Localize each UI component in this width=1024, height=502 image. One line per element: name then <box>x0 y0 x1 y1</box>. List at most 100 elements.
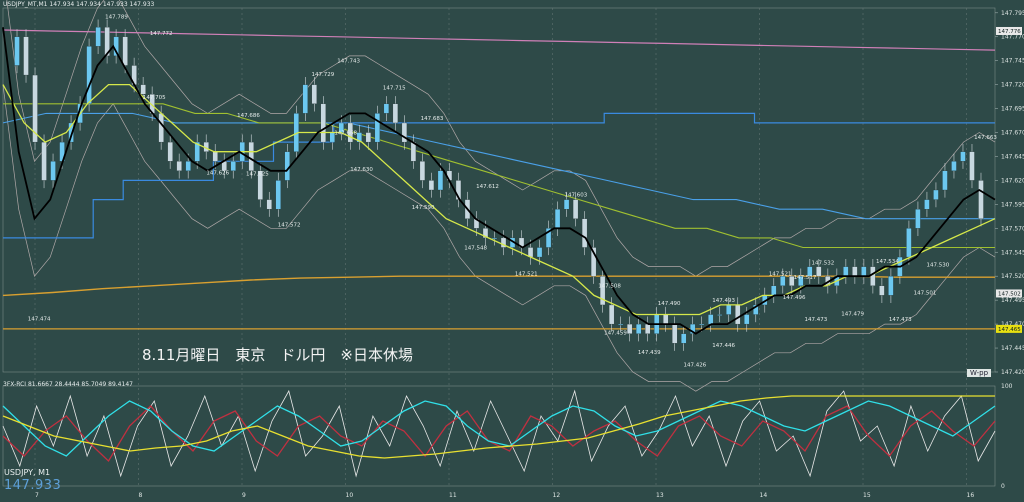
candle <box>744 314 750 325</box>
candle <box>392 103 399 124</box>
candle <box>780 276 786 286</box>
price-tag-label: 147.465 <box>998 327 1021 333</box>
last-price: 147.933 <box>4 478 62 493</box>
candle <box>681 333 687 344</box>
price-annotation: 147.625 <box>246 172 269 178</box>
candle <box>951 161 957 171</box>
candle <box>176 161 182 171</box>
candle <box>266 199 272 210</box>
candle <box>374 113 381 143</box>
price-annotation: 147.508 <box>598 284 621 290</box>
candle <box>626 323 633 334</box>
candle <box>122 36 128 66</box>
candle <box>86 46 92 104</box>
candle <box>942 170 948 191</box>
candle <box>158 113 164 143</box>
y-tick-label: 147.795 <box>1001 10 1024 17</box>
price-annotation: 147.501 <box>914 290 937 296</box>
indicator-header: 3FX-RCI 81.6667 28.4444 85.7049 89.4147 <box>3 381 133 388</box>
price-annotation: 147.479 <box>841 311 864 317</box>
y-tick-label: 147.520 <box>1001 273 1024 280</box>
candle <box>635 323 642 334</box>
candle <box>320 103 326 143</box>
candle <box>879 285 885 296</box>
candle <box>978 180 984 219</box>
price-annotation: 147.626 <box>206 171 229 177</box>
price-annotation: 147.668 <box>334 130 357 136</box>
candle <box>933 189 939 200</box>
ma-long-line <box>2 112 995 220</box>
price-annotation: 147.426 <box>684 362 707 368</box>
candle <box>410 141 417 162</box>
candle <box>708 314 714 325</box>
price-annotation: 147.473 <box>805 317 828 323</box>
x-tick-label: 10 <box>346 492 354 499</box>
price-annotation: 147.493 <box>712 298 735 304</box>
x-tick-label: 16 <box>967 492 975 499</box>
candle <box>167 141 173 162</box>
price-annotation: 147.496 <box>783 295 806 301</box>
price-tag-label: 147.502 <box>998 291 1021 297</box>
candle <box>924 199 930 210</box>
candle <box>735 304 741 325</box>
candle <box>861 266 867 277</box>
candle <box>915 209 921 229</box>
y-tick-label: 147.595 <box>1001 201 1024 208</box>
candle <box>275 180 281 210</box>
candle <box>663 314 669 325</box>
indicator-frame <box>2 385 996 487</box>
candle <box>536 247 543 258</box>
candle <box>383 103 390 114</box>
candle <box>816 266 822 277</box>
candle <box>14 36 20 66</box>
ma-orange-line <box>2 275 995 297</box>
price-annotation: 147.572 <box>278 222 301 228</box>
chart-caption: 8.11月曜日 東京 ドル円 ※日本休場 <box>142 346 413 364</box>
ichimoku-line <box>3 103 995 249</box>
price-annotation: 147.517 <box>794 275 817 281</box>
candle <box>960 151 966 162</box>
y-tick-label: 147.620 <box>1001 177 1024 184</box>
candle <box>726 304 732 315</box>
y-tick-label: 147.720 <box>1001 82 1024 89</box>
x-tick-label: 12 <box>553 492 561 499</box>
price-annotation: 147.663 <box>974 135 997 141</box>
indicator-y-tick-label: 0 <box>1001 483 1005 490</box>
candle <box>771 285 777 296</box>
wpp-badge: W-pp <box>967 369 992 377</box>
candle <box>888 276 894 296</box>
candle <box>428 180 435 191</box>
y-tick-label: 147.445 <box>1001 345 1024 352</box>
candle <box>230 161 236 171</box>
candle <box>563 199 570 210</box>
x-tick-label: 9 <box>242 492 246 499</box>
price-annotation: 147.789 <box>105 15 128 21</box>
y-tick-label: 147.645 <box>1001 153 1024 160</box>
candle <box>969 151 975 181</box>
candle <box>572 199 579 219</box>
price-annotation: 147.532 <box>811 261 834 267</box>
price-annotation: 147.446 <box>712 343 735 349</box>
x-tick-label: 14 <box>760 492 768 499</box>
candle <box>212 151 218 162</box>
price-annotation: 147.590 <box>412 205 435 211</box>
candle <box>50 161 56 181</box>
symbol-label: USDJPY, M1 <box>4 468 51 477</box>
candle <box>491 237 498 240</box>
price-annotation: 147.521 <box>515 271 538 277</box>
candle <box>717 314 723 316</box>
candle <box>248 141 254 171</box>
sma-mid-line <box>2 83 996 316</box>
y-tick-label: 147.570 <box>1001 225 1024 232</box>
candle <box>185 161 191 171</box>
rci-cyan-line <box>2 400 996 457</box>
y-tick-label: 147.495 <box>1001 297 1024 304</box>
candle <box>843 266 849 277</box>
x-tick-label: 11 <box>449 492 457 499</box>
y-tick-label: 147.695 <box>1001 106 1024 113</box>
price-annotation: 147.521 <box>769 271 792 277</box>
price-annotation: 147.530 <box>927 263 950 269</box>
x-tick-label: 8 <box>139 492 143 499</box>
price-annotation: 147.705 <box>143 95 166 101</box>
candle <box>302 84 308 114</box>
